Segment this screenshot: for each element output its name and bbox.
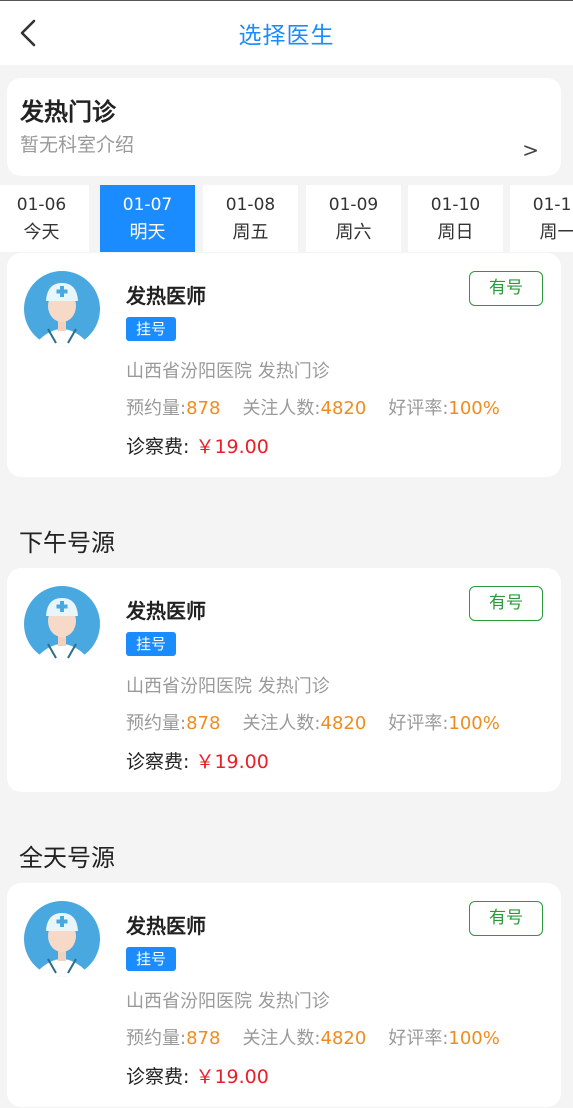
doctor-avatar-icon	[24, 271, 100, 347]
hospital-department: 山西省汾阳医院 发热门诊	[126, 676, 330, 697]
date-tab-date: 01-09	[328, 195, 379, 215]
doctor-stats: 预约量:878 关注人数:4820 好评率:100%	[126, 394, 500, 420]
followers-label: 关注人数:	[242, 1028, 321, 1049]
consultation-fee: 诊察费: ￥19.00	[126, 1062, 269, 1089]
appointments-value: 878	[186, 398, 221, 419]
followers-value: 4820	[320, 1028, 367, 1049]
appointments-value: 878	[186, 713, 221, 734]
hospital-department: 山西省汾阳医院 发热门诊	[126, 361, 330, 382]
followers-label: 关注人数:	[242, 713, 321, 734]
date-tab[interactable]: 01-09 周六	[306, 185, 401, 252]
fee-value: ￥19.00	[195, 751, 269, 773]
date-tab-date: 01-10	[430, 195, 481, 215]
doctor-card[interactable]: 发热医师 挂号 有号 山西省汾阳医院 发热门诊 预约量:878 关注人数:4820…	[7, 883, 561, 1107]
date-tab[interactable]: 01-11 周一	[510, 185, 573, 252]
chevron-right-icon[interactable]: >	[522, 138, 539, 162]
appointments-label: 预约量:	[126, 398, 187, 419]
availability-button[interactable]: 有号	[469, 586, 543, 621]
doctor-name: 发热医师	[126, 284, 206, 308]
followers-value: 4820	[320, 398, 367, 419]
doctor-name: 发热医师	[126, 914, 206, 938]
appointments-value: 878	[186, 1028, 221, 1049]
rating-value: 100%	[448, 398, 500, 419]
nav-header: 选择医生	[0, 1, 573, 65]
date-selector: 01-06 今天 01-07 明天 01-08 周五 01-09 周六 01-1…	[0, 185, 573, 252]
date-tab-date: 01-06	[16, 195, 67, 215]
department-intro: 暂无科室介绍	[20, 134, 135, 156]
back-arrow-icon[interactable]	[16, 17, 42, 49]
availability-button[interactable]: 有号	[469, 901, 543, 936]
fee-label: 诊察费:	[126, 436, 190, 458]
date-tab-date: 01-11	[532, 195, 573, 215]
date-tab-date: 01-08	[225, 195, 276, 215]
date-tab[interactable]: 01-08 周五	[203, 185, 298, 252]
department-name: 发热门诊	[20, 98, 116, 126]
doctor-card[interactable]: 发热医师 挂号 有号 山西省汾阳医院 发热门诊 预约量:878 关注人数:4820…	[7, 568, 561, 792]
page-title: 选择医生	[238, 23, 335, 49]
rating-label: 好评率:	[388, 713, 449, 734]
doctor-name: 发热医师	[126, 599, 206, 623]
section-title-allday: 全天号源	[19, 844, 115, 872]
date-tab[interactable]: 01-10 周日	[408, 185, 503, 252]
availability-button[interactable]: 有号	[469, 271, 543, 306]
fee-label: 诊察费:	[126, 751, 190, 773]
rating-value: 100%	[448, 713, 500, 734]
register-badge: 挂号	[126, 947, 176, 971]
fee-value: ￥19.00	[195, 436, 269, 458]
section-title-afternoon: 下午号源	[19, 529, 115, 557]
hospital-department: 山西省汾阳医院 发热门诊	[126, 991, 330, 1012]
date-tab-date: 01-07	[122, 195, 173, 215]
doctor-stats: 预约量:878 关注人数:4820 好评率:100%	[126, 709, 500, 735]
doctor-avatar-icon	[24, 586, 100, 662]
rating-value: 100%	[448, 1028, 500, 1049]
doctor-card[interactable]: 发热医师 挂号 有号 山西省汾阳医院 发热门诊 预约量:878 关注人数:4820…	[7, 253, 561, 477]
doctor-stats: 预约量:878 关注人数:4820 好评率:100%	[126, 1024, 500, 1050]
date-tab[interactable]: 01-06 今天	[0, 185, 89, 252]
date-tab-weekday: 周六	[335, 222, 372, 243]
rating-label: 好评率:	[388, 398, 449, 419]
consultation-fee: 诊察费: ￥19.00	[126, 747, 269, 774]
appointments-label: 预约量:	[126, 1028, 187, 1049]
doctor-avatar-icon	[24, 901, 100, 977]
date-tab-weekday: 周五	[232, 222, 269, 243]
fee-value: ￥19.00	[195, 1066, 269, 1088]
date-tab-weekday: 今天	[23, 222, 60, 243]
date-tab-selected[interactable]: 01-07 明天	[100, 185, 195, 252]
date-tab-weekday: 周一	[539, 222, 573, 243]
date-tab-weekday: 周日	[437, 222, 474, 243]
consultation-fee: 诊察费: ￥19.00	[126, 432, 269, 459]
followers-label: 关注人数:	[242, 398, 321, 419]
appointments-label: 预约量:	[126, 713, 187, 734]
followers-value: 4820	[320, 713, 367, 734]
fee-label: 诊察费:	[126, 1066, 190, 1088]
date-tab-weekday: 明天	[129, 222, 166, 243]
department-card[interactable]: 发热门诊 暂无科室介绍 >	[7, 78, 561, 176]
register-badge: 挂号	[126, 632, 176, 656]
register-badge: 挂号	[126, 317, 176, 341]
rating-label: 好评率:	[388, 1028, 449, 1049]
